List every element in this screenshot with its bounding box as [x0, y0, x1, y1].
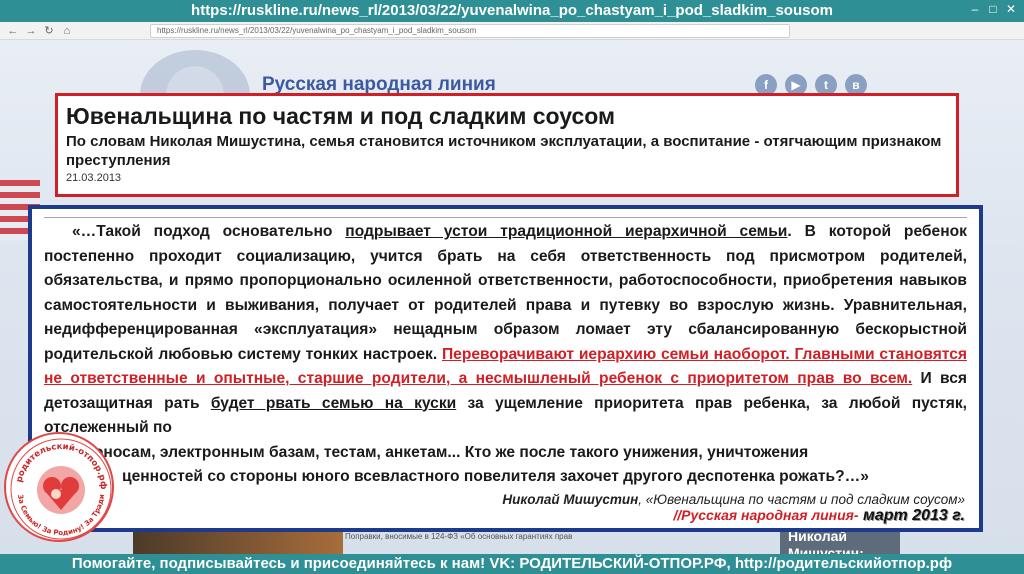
- article-subtitle: По словам Николая Мишустина, семья стано…: [66, 133, 942, 169]
- article-title: Ювенальщина по частям и под сладким соус…: [66, 103, 616, 129]
- quote-underline-2: будет рвать семью на куски: [210, 394, 457, 412]
- address-bar[interactable]: https://ruskline.ru/news_rl/2013/03/22/y…: [150, 24, 790, 38]
- quote-line-indented: доносам, электронным базам, тестам, анке…: [84, 443, 809, 461]
- maximize-icon[interactable]: □: [984, 2, 1002, 16]
- home-icon[interactable]: ⌂: [60, 24, 74, 38]
- forward-icon[interactable]: →: [24, 24, 38, 38]
- quote-text: «…Такой подход основательно подрывает ус…: [44, 223, 967, 436]
- bottom-banner: Помогайте, подписывайтесь и присоединяйт…: [0, 554, 1024, 574]
- browser-toolbar: ← → ↻ ⌂ https://ruskline.ru/news_rl/2013…: [0, 22, 1024, 40]
- quote-box: «…Такой подход основательно подрывает ус…: [28, 205, 983, 532]
- article-title-box: Ювенальщина по частям и под сладким соус…: [55, 93, 959, 197]
- stamp-graphic: родительский-отпор.рф За Семью! За Родин…: [6, 434, 112, 540]
- quote-underline-1: подрывает устои традиционной иерархичной…: [345, 223, 788, 240]
- quote-source: //Русская народная линия- март 2013 г.: [673, 506, 965, 524]
- top-url-banner: https://ruskline.ru/news_rl/2013/03/22/y…: [0, 0, 1024, 22]
- reload-icon[interactable]: ↻: [42, 24, 56, 38]
- background-text: Поправки, вносимые в 124-ФЗ «Об основных…: [345, 532, 573, 541]
- close-icon[interactable]: ✕: [1002, 2, 1020, 16]
- window-controls[interactable]: – □ ✕: [966, 2, 1020, 16]
- organization-stamp: родительский-отпор.рф За Семью! За Родин…: [4, 432, 114, 542]
- minimize-icon[interactable]: –: [966, 2, 984, 16]
- quote-line-last: ценностей со стороны юного всевластного …: [122, 468, 869, 485]
- article-date: 21.03.2013: [66, 172, 122, 184]
- quote-attribution: Николай Мишустин, «Ювенальщина по частям…: [502, 491, 965, 507]
- back-icon[interactable]: ←: [6, 24, 20, 38]
